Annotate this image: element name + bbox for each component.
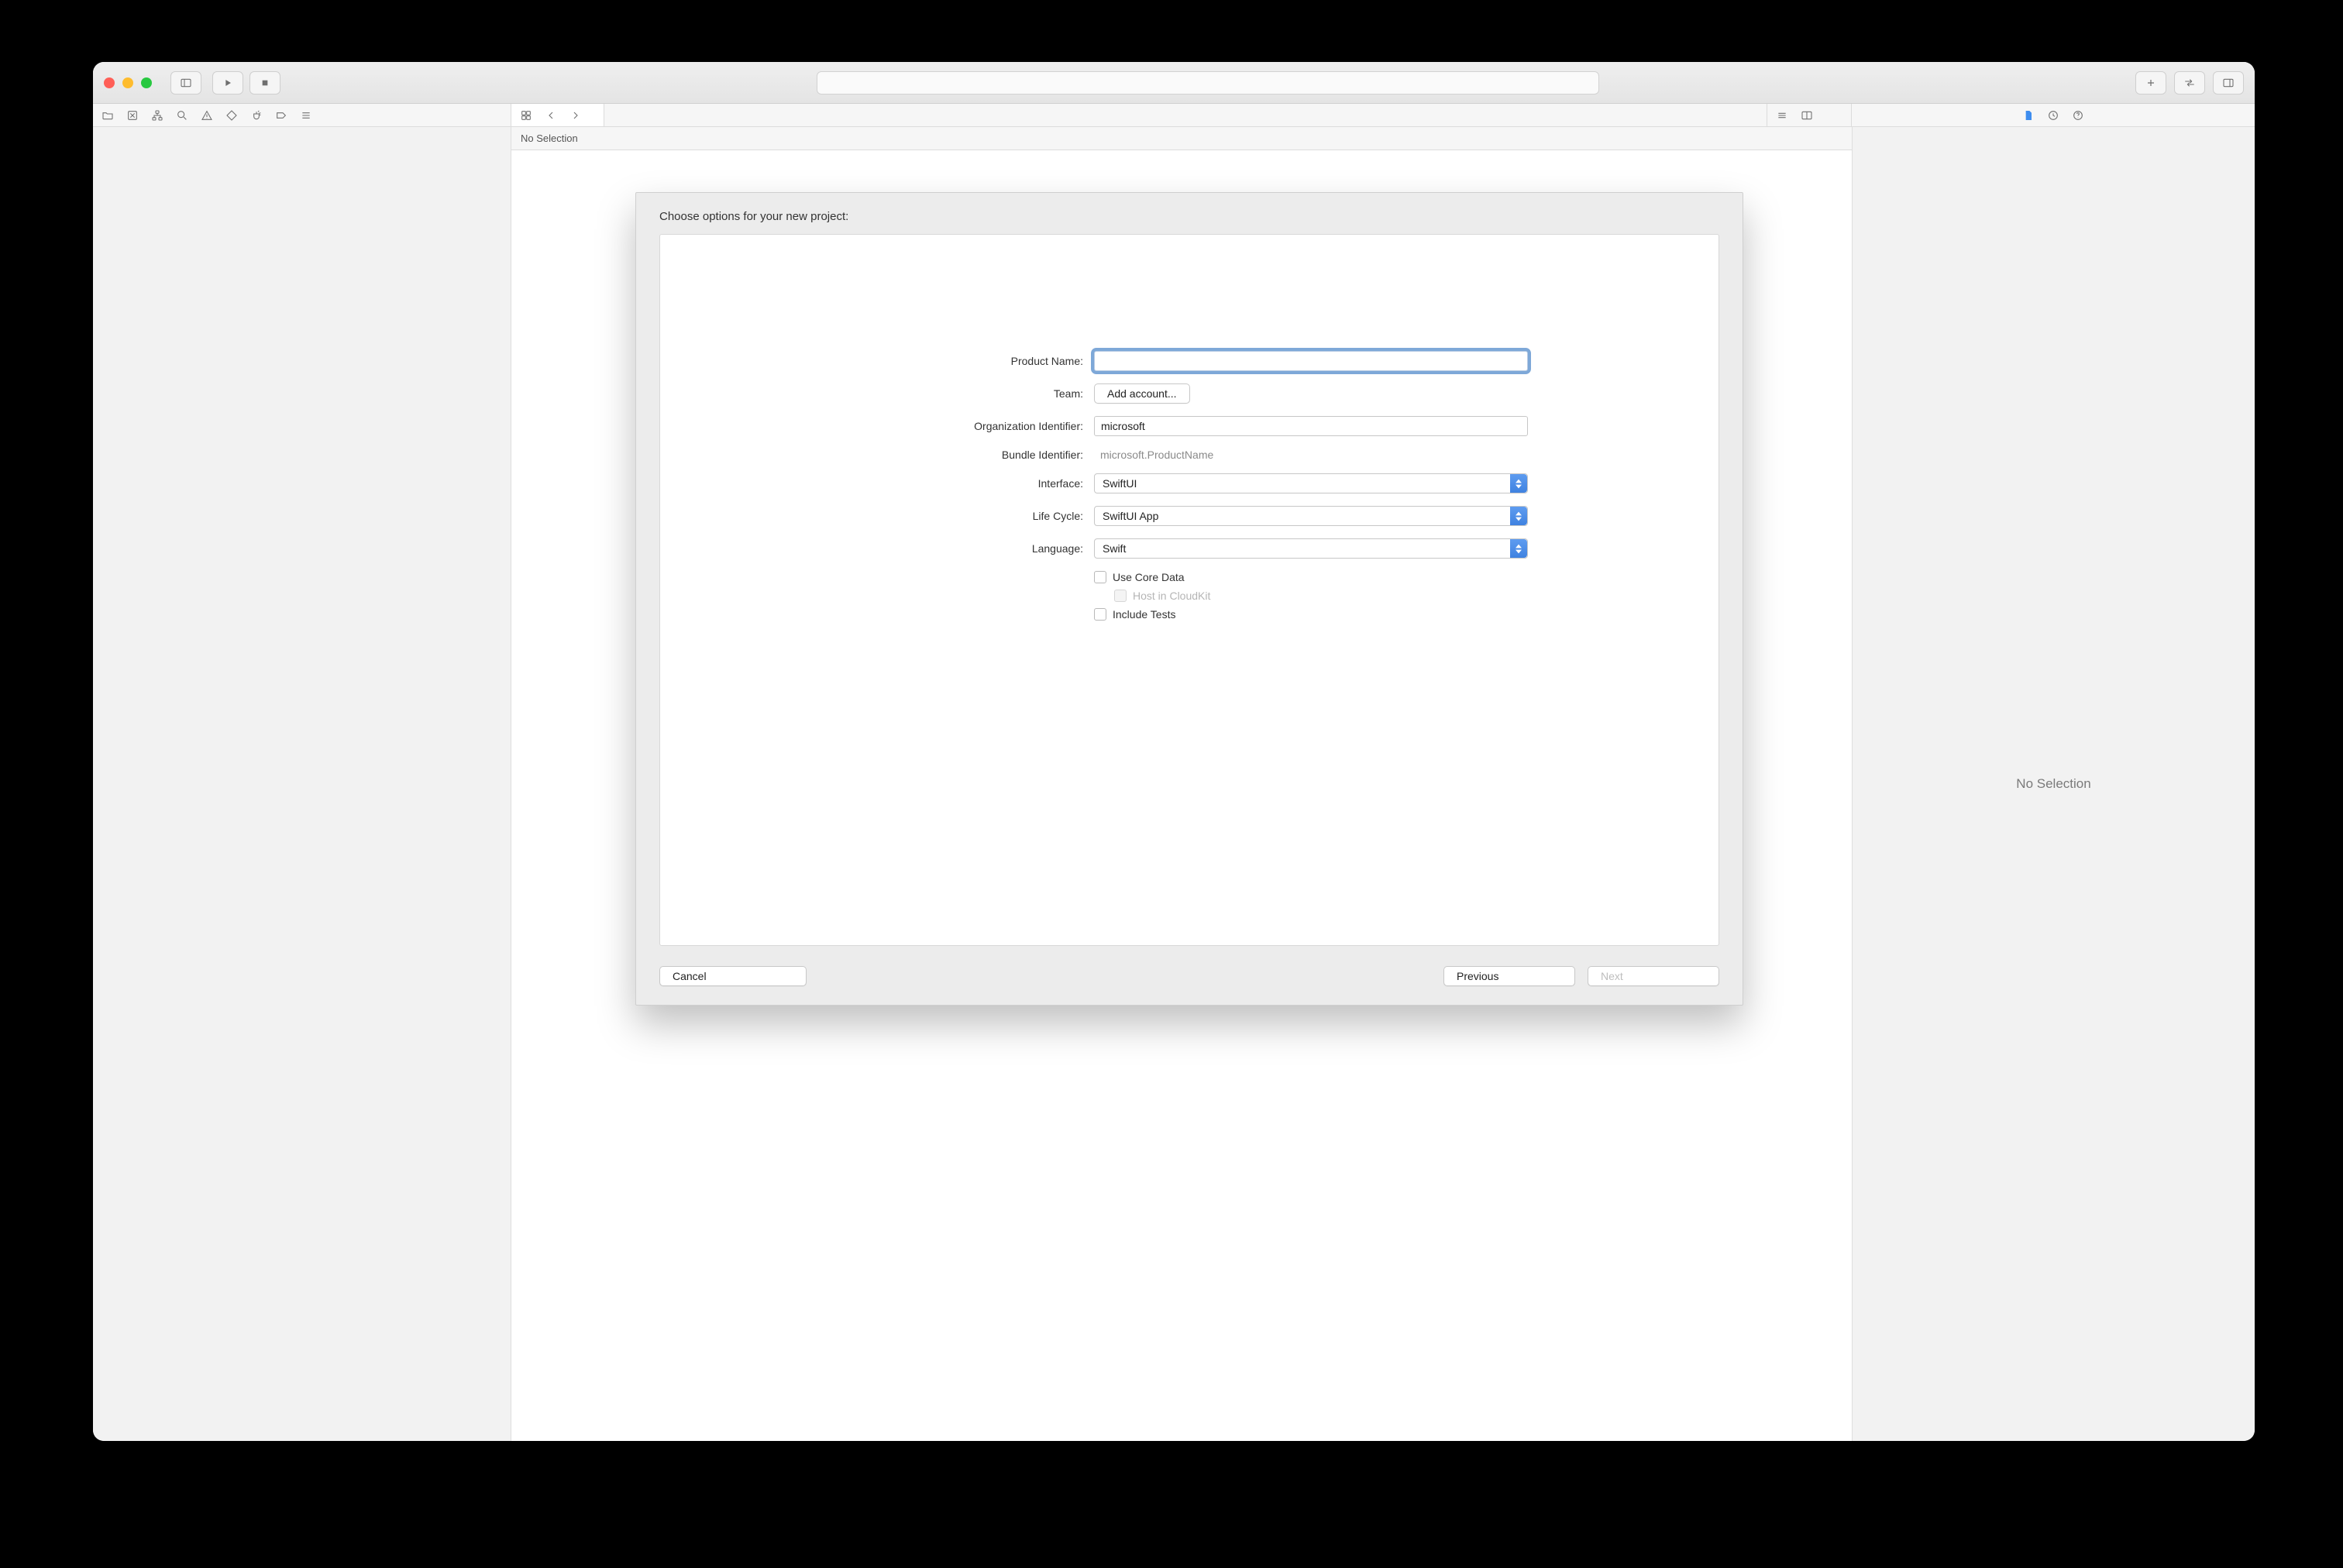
magnifier-icon: [176, 109, 188, 122]
run-button[interactable]: [212, 71, 243, 95]
sheet-title: Choose options for your new project:: [659, 210, 1719, 223]
host-in-cloudkit-checkbox: Host in CloudKit: [1114, 590, 1528, 602]
debug-navigator-tab[interactable]: [249, 108, 263, 122]
inspector-empty-label: No Selection: [1853, 127, 2255, 1441]
report-navigator-tab[interactable]: [299, 108, 313, 122]
interface-popup[interactable]: SwiftUI: [1094, 473, 1528, 493]
zoom-window-button[interactable]: [141, 77, 152, 88]
list-icon: [300, 109, 312, 122]
team-label: Team:: [851, 387, 1083, 400]
organization-identifier-field[interactable]: [1094, 416, 1528, 436]
language-popup[interactable]: Swift: [1094, 538, 1528, 559]
org-id-label: Organization Identifier:: [851, 420, 1083, 432]
chevron-right-icon: [569, 109, 582, 122]
window-traffic-lights: [104, 77, 152, 88]
lifecycle-label: Life Cycle:: [851, 510, 1083, 522]
checkbox-icon: [1094, 571, 1106, 583]
minimize-window-button[interactable]: [122, 77, 133, 88]
symbol-navigator-tab[interactable]: [150, 108, 164, 122]
related-items-button[interactable]: [519, 108, 533, 122]
popup-arrows-icon: [1510, 474, 1527, 493]
help-inspector-tab[interactable]: [2071, 108, 2085, 122]
sidebar-left-icon: [180, 77, 192, 89]
square-x-icon: [126, 109, 139, 122]
new-project-options-sheet: Choose options for your new project: Pro…: [635, 192, 1743, 1006]
host-in-cloudkit-label: Host in CloudKit: [1133, 590, 1210, 602]
code-review-button[interactable]: [2174, 71, 2205, 95]
warning-triangle-icon: [201, 109, 213, 122]
file-inspector-tab[interactable]: [2021, 108, 2035, 122]
include-tests-checkbox[interactable]: Include Tests: [1094, 608, 1528, 621]
lines-icon: [1776, 109, 1788, 122]
library-button[interactable]: [2135, 71, 2166, 95]
issue-navigator-tab[interactable]: [200, 108, 214, 122]
document-icon: [2022, 109, 2035, 122]
breakpoint-tag-icon: [275, 109, 287, 122]
popup-arrows-icon: [1510, 507, 1527, 525]
nav-forward-button[interactable]: [569, 108, 583, 122]
lifecycle-popup[interactable]: SwiftUI App: [1094, 506, 1528, 526]
close-window-button[interactable]: [104, 77, 115, 88]
breakpoint-navigator-tab[interactable]: [274, 108, 288, 122]
inspector-pane: No Selection: [1852, 127, 2255, 1441]
project-options-form: Product Name: Team: Add account... Organ…: [851, 351, 1528, 621]
history-inspector-tab[interactable]: [2046, 108, 2060, 122]
diamond-icon: [225, 109, 238, 122]
language-value: Swift: [1103, 542, 1126, 555]
arrows-left-right-icon: [2183, 77, 2196, 89]
next-button: Next: [1588, 966, 1719, 986]
use-core-data-checkbox[interactable]: Use Core Data: [1094, 571, 1528, 583]
sidebar-right-icon: [2222, 77, 2235, 89]
interface-label: Interface:: [851, 477, 1083, 490]
activity-viewer: [817, 71, 1599, 95]
hierarchy-icon: [151, 109, 163, 122]
folder-icon: [101, 109, 114, 122]
jump-bar-text: No Selection: [521, 132, 578, 144]
product-name-label: Product Name:: [851, 355, 1083, 367]
play-icon: [222, 77, 234, 89]
add-editor-button[interactable]: [1800, 108, 1814, 122]
cancel-button[interactable]: Cancel: [659, 966, 807, 986]
navigator-tab-bar: [93, 104, 2255, 127]
popup-arrows-icon: [1510, 539, 1527, 558]
source-control-navigator-tab[interactable]: [126, 108, 139, 122]
toggle-inspector-button[interactable]: [2213, 71, 2244, 95]
toggle-navigator-button[interactable]: [170, 71, 201, 95]
chevron-left-icon: [545, 109, 557, 122]
sheet-body: Product Name: Team: Add account... Organ…: [659, 234, 1719, 946]
find-navigator-tab[interactable]: [175, 108, 189, 122]
lifecycle-value: SwiftUI App: [1103, 510, 1158, 522]
language-label: Language:: [851, 542, 1083, 555]
split-editor-icon: [1801, 109, 1813, 122]
checkbox-icon: [1094, 608, 1106, 621]
xcode-window: No Selection No Selection Choose options…: [93, 62, 2255, 1441]
clock-icon: [2047, 109, 2059, 122]
navigator-pane: [93, 127, 511, 1441]
titlebar: [93, 62, 2255, 104]
test-navigator-tab[interactable]: [225, 108, 239, 122]
plus-icon: [2145, 77, 2157, 89]
nav-back-button[interactable]: [544, 108, 558, 122]
product-name-field[interactable]: [1094, 351, 1528, 371]
stop-button[interactable]: [249, 71, 280, 95]
sheet-footer: Cancel Previous Next: [659, 946, 1719, 986]
include-tests-label: Include Tests: [1113, 608, 1175, 621]
checkbox-icon: [1114, 590, 1127, 602]
interface-value: SwiftUI: [1103, 477, 1137, 490]
use-core-data-label: Use Core Data: [1113, 571, 1185, 583]
spray-icon: [250, 109, 263, 122]
question-circle-icon: [2072, 109, 2084, 122]
previous-button[interactable]: Previous: [1443, 966, 1575, 986]
bundle-identifier-value: microsoft.ProductName: [1094, 449, 1528, 461]
jump-bar: No Selection: [511, 127, 1852, 150]
add-account-button[interactable]: Add account...: [1094, 383, 1190, 404]
editor-options-button[interactable]: [1775, 108, 1789, 122]
stop-icon: [259, 77, 271, 89]
grid-four-icon: [520, 109, 532, 122]
bundle-id-label: Bundle Identifier:: [851, 449, 1083, 461]
project-navigator-tab[interactable]: [101, 108, 115, 122]
